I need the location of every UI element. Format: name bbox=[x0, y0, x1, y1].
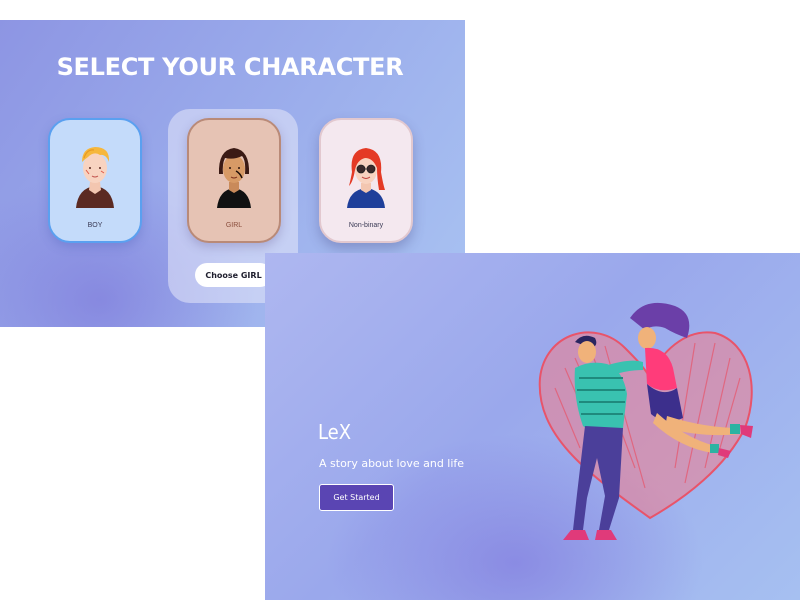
page-title: SELECT YOUR CHARACTER bbox=[56, 53, 404, 81]
character-card-boy[interactable]: BOY bbox=[48, 118, 142, 243]
character-card-girl[interactable]: GIRL bbox=[187, 118, 281, 243]
character-label-girl: GIRL bbox=[225, 222, 243, 229]
boy-avatar-icon bbox=[76, 147, 114, 208]
couple-heart-illustration bbox=[538, 302, 753, 540]
character-card-non-binary[interactable]: Non-binary bbox=[319, 118, 413, 243]
character-label-boy: BOY bbox=[87, 222, 103, 229]
get-started-button[interactable]: Get Started bbox=[319, 484, 394, 511]
app-subtitle: A story about love and life bbox=[319, 457, 465, 470]
app-title: LeX bbox=[318, 420, 352, 444]
non-binary-avatar-icon bbox=[347, 148, 385, 208]
landing-panel: LeX A story about love and life Get Star… bbox=[265, 253, 800, 600]
choose-character-button[interactable]: Choose GIRL bbox=[195, 263, 272, 287]
girl-avatar-icon bbox=[217, 148, 251, 208]
character-label-non-binary: Non-binary bbox=[348, 222, 384, 229]
